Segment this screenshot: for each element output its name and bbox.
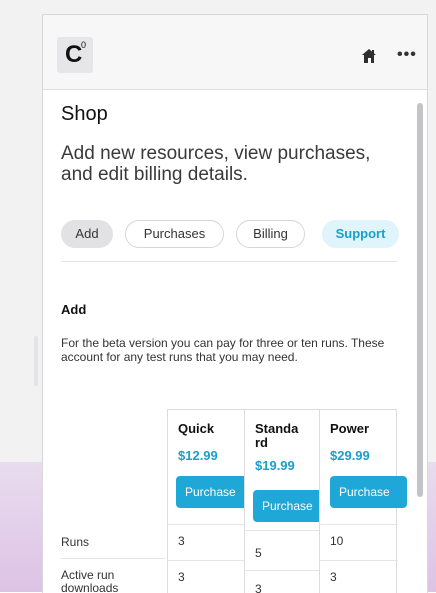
section-description: For the beta version you can pay for thr… xyxy=(61,336,385,364)
plan-runs: 10 xyxy=(330,534,344,548)
logo[interactable]: C 0 xyxy=(57,37,93,73)
plan-runs: 5 xyxy=(255,546,262,560)
cell-divider xyxy=(245,530,321,531)
plan-card-quick: Quick $12.99 Purchase 3 3 xyxy=(167,409,255,593)
plan-name: Standard xyxy=(255,421,299,450)
row-divider xyxy=(61,558,165,559)
tab-support[interactable]: Support xyxy=(322,220,399,248)
plan-card-power: Power $29.99 Purchase 10 3 xyxy=(319,409,407,593)
plan-active-downloads: 3 xyxy=(178,570,185,584)
more-options-icon[interactable]: ••• xyxy=(397,46,417,64)
row-label-runs: Runs xyxy=(61,535,90,549)
logo-mark: 0 xyxy=(81,40,87,50)
page-description: Add new resources, view purchases, and e… xyxy=(61,143,371,185)
scrollbar-thumb[interactable] xyxy=(417,103,423,497)
plan-card-standard: Standard $19.99 Purchase 5 3 xyxy=(244,409,330,593)
page-title: Shop xyxy=(61,103,108,125)
shop-panel: C 0 ••• Shop Add new resources, view pur… xyxy=(42,14,428,593)
cell-divider xyxy=(168,560,246,561)
plan-name: Power xyxy=(330,421,370,436)
plan-active-downloads: 3 xyxy=(330,570,337,584)
cell-divider xyxy=(168,524,246,525)
shop-tabs: Add Purchases Billing Support xyxy=(61,220,399,260)
tab-add[interactable]: Add xyxy=(61,220,113,248)
section-title: Add xyxy=(61,302,87,317)
plan-name: Quick xyxy=(178,421,215,436)
panel-header: C 0 ••• xyxy=(43,15,427,90)
plan-runs: 3 xyxy=(178,534,185,548)
plan-price: $12.99 xyxy=(178,448,218,463)
resize-handle[interactable] xyxy=(34,336,38,386)
logo-letter: C xyxy=(65,41,83,68)
home-icon[interactable] xyxy=(361,48,377,64)
plan-price: $19.99 xyxy=(255,458,295,473)
tab-billing[interactable]: Billing xyxy=(236,220,305,248)
cell-divider xyxy=(320,560,398,561)
purchase-button-power[interactable]: Purchase xyxy=(330,476,407,508)
row-label-active-downloads: Active run downloads xyxy=(61,568,119,593)
plan-price: $29.99 xyxy=(330,448,370,463)
tab-purchases[interactable]: Purchases xyxy=(125,220,224,248)
divider xyxy=(61,261,397,262)
cell-divider xyxy=(320,524,398,525)
plan-active-downloads: 3 xyxy=(255,582,262,593)
cell-divider xyxy=(245,570,321,571)
